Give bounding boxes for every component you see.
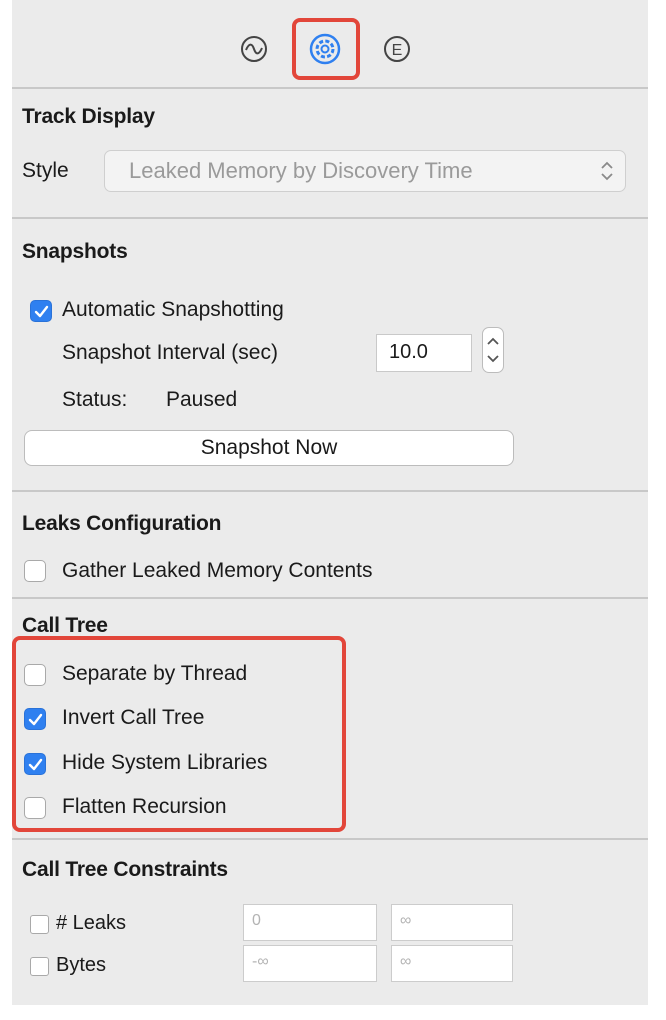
status-label: Status:: [62, 388, 128, 411]
status-value: Paused: [166, 388, 238, 411]
stepper-arrows-icon: [487, 337, 499, 363]
checkmark-icon: [34, 305, 49, 318]
section-divider: [12, 490, 648, 492]
leaks-constraint-checkbox[interactable]: [30, 915, 49, 934]
call-tree-highlight-annotation: [12, 636, 346, 832]
gear-highlight-annotation: [292, 18, 360, 80]
call-tree-constraints-title: Call Tree Constraints: [22, 858, 228, 881]
bytes-min-field[interactable]: -∞: [243, 945, 377, 982]
leaks-max-field[interactable]: ∞: [391, 904, 513, 941]
call-tree-title: Call Tree: [22, 614, 108, 637]
leaks-configuration-title: Leaks Configuration: [22, 512, 222, 535]
extended-detail-icon[interactable]: E: [375, 27, 419, 71]
gather-leaked-memory-label: Gather Leaked Memory Contents: [62, 559, 373, 582]
snapshot-interval-field[interactable]: 10.0: [376, 334, 472, 372]
snapshot-now-button[interactable]: Snapshot Now: [24, 430, 514, 466]
snapshot-interval-label: Snapshot Interval (sec): [62, 341, 278, 364]
track-display-title: Track Display: [22, 105, 155, 128]
leaks-constraint-label: # Leaks: [56, 912, 127, 934]
interval-stepper[interactable]: [482, 327, 504, 373]
extended-detail-glyph: E: [392, 42, 403, 59]
snapshots-title: Snapshots: [22, 240, 128, 263]
style-select-value: Leaked Memory by Discovery Time: [129, 158, 473, 183]
style-select[interactable]: Leaked Memory by Discovery Time: [104, 150, 626, 192]
section-divider: [12, 838, 648, 840]
waveform-icon[interactable]: [232, 27, 276, 71]
bytes-max-field[interactable]: ∞: [391, 945, 513, 982]
automatic-snapshotting-label: Automatic Snapshotting: [62, 298, 284, 321]
updown-arrows-icon: [601, 161, 613, 181]
toolbar-divider: [12, 87, 648, 89]
leaks-min-field[interactable]: 0: [243, 904, 377, 941]
bytes-constraint-label: Bytes: [56, 954, 107, 976]
section-divider: [12, 597, 648, 599]
gather-leaked-memory-checkbox[interactable]: [24, 560, 46, 582]
bytes-constraint-checkbox[interactable]: [30, 957, 49, 976]
section-divider: [12, 217, 648, 219]
style-label: Style: [22, 159, 69, 182]
automatic-snapshotting-checkbox[interactable]: [30, 300, 52, 322]
